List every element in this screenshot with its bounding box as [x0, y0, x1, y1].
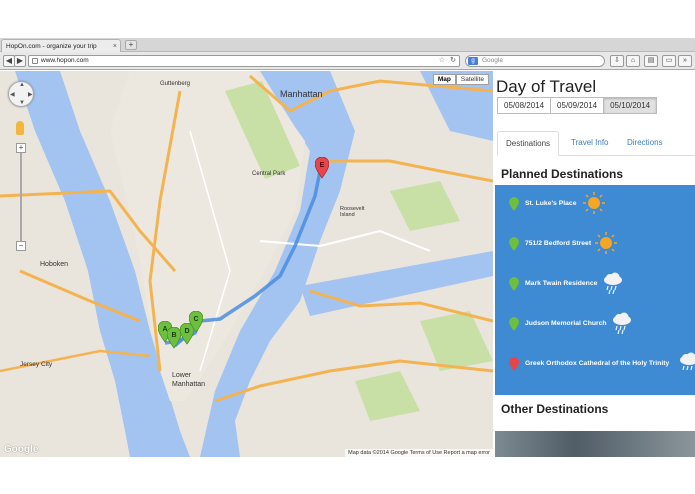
destination-name: Greek Orthodox Cathedral of the Holy Tri… [525, 360, 670, 367]
map-attribution[interactable]: Map data ©2014 Google Terms of Use Repor… [345, 449, 493, 457]
rain-cloud-icon [613, 312, 631, 335]
extensions-icon[interactable]: ▭ [662, 55, 676, 67]
trip-sidebar: Day of Travel 05/08/2014 05/09/2014 05/1… [493, 71, 695, 457]
map-view[interactable]: Map Satellite ▲ ▼ ◀ ▶ + − A B D C E Manh… [0, 71, 493, 457]
map-label-guttenberg: Guttenberg [160, 81, 191, 87]
green-pin-icon [509, 317, 519, 331]
map-label-jersey-city: Jersey City [20, 361, 53, 368]
map-marker-e-label: E [320, 162, 325, 169]
zoom-slider[interactable]: + − [16, 143, 26, 251]
other-destinations-title: Other Destinations [501, 402, 609, 416]
destination-name: St. Luke's Place [525, 200, 577, 207]
list-item[interactable]: St. Luke's Place [509, 192, 695, 217]
destination-name: 751/2 Bedford Street [525, 240, 592, 247]
tab-destinations[interactable]: Destinations [497, 131, 560, 156]
reload-icon[interactable]: ↻ [450, 56, 456, 66]
map-canvas [0, 71, 493, 457]
green-pin-icon [509, 237, 519, 251]
google-logo[interactable]: Google [4, 444, 38, 455]
pegman-icon[interactable] [16, 121, 24, 135]
map-marker-b[interactable]: B [167, 327, 181, 349]
date-button-3[interactable]: 05/10/2014 [603, 97, 658, 114]
page-icon [32, 58, 38, 64]
browser-tab[interactable]: HopOn.com - organize your trip × [1, 39, 121, 52]
google-icon: g [468, 57, 478, 65]
pan-down-icon[interactable]: ▼ [19, 100, 25, 106]
planned-destinations-list: St. Luke's Place 751/2 Bedford Street Ma… [495, 185, 695, 395]
close-icon[interactable]: × [113, 41, 117, 52]
destination-name: Judson Memorial Church [525, 320, 607, 327]
map-marker-c-label: C [193, 316, 198, 323]
planned-destinations-title: Planned Destinations [501, 167, 624, 181]
tab-bar: HopOn.com - organize your trip × + [0, 38, 695, 52]
sun-icon [583, 192, 605, 214]
map-label-manhattan: Manhattan [280, 89, 323, 99]
map-label-hoboken: Hoboken [40, 261, 69, 268]
tab-title: HopOn.com - organize your trip [6, 42, 97, 50]
list-item[interactable]: Judson Memorial Church [509, 312, 695, 337]
list-item[interactable]: 751/2 Bedford Street [509, 232, 695, 257]
map-label-roosevelt-island: Roosevelt Island [340, 206, 365, 218]
sun-icon [595, 232, 617, 254]
map-marker-b-label: B [171, 332, 176, 339]
list-item[interactable]: Greek Orthodox Cathedral of the Holy Tri… [509, 352, 695, 377]
sidebar-tabs: Destinations Travel Info Directions [497, 131, 695, 156]
map-marker-c[interactable]: C [189, 311, 203, 333]
search-input[interactable]: g Google [465, 55, 605, 67]
toolbar-menu-icon[interactable]: ▤ [644, 55, 658, 67]
download-icon[interactable]: ⇩ [610, 55, 624, 67]
more-icon[interactable]: » [678, 55, 692, 67]
browser-toolbar: ◀ ▶ www.hopon.com ☆ ↻ g Google ⇩ ⌂ ▤ ▭ » [0, 52, 695, 70]
map-type-control: Map Satellite [432, 74, 489, 85]
rain-cloud-icon [604, 272, 622, 295]
green-pin-icon [509, 277, 519, 291]
map-label-lower-manhattan: Lower Manhattan [172, 372, 206, 388]
page-bottom [0, 457, 695, 494]
map-label-central-park: Central Park [252, 171, 286, 177]
rain-cloud-icon [680, 352, 695, 371]
home-icon[interactable]: ⌂ [626, 55, 640, 67]
pan-up-icon[interactable]: ▲ [19, 82, 25, 88]
tab-directions[interactable]: Directions [619, 131, 671, 156]
date-button-2[interactable]: 05/09/2014 [550, 97, 605, 114]
url-text: www.hopon.com [41, 57, 89, 64]
forward-button[interactable]: ▶ [14, 55, 26, 67]
bookmark-star-icon[interactable]: ☆ [439, 56, 445, 66]
zoom-in-button[interactable]: + [16, 143, 26, 153]
search-placeholder: Google [482, 57, 503, 64]
zoom-out-button[interactable]: − [16, 241, 26, 251]
red-pin-icon [509, 357, 519, 371]
tab-travel-info[interactable]: Travel Info [563, 131, 617, 156]
map-marker-e[interactable]: E [315, 157, 329, 179]
zoom-track[interactable] [20, 153, 22, 241]
address-bar[interactable]: www.hopon.com ☆ ↻ [28, 55, 460, 67]
pan-left-icon[interactable]: ◀ [10, 91, 15, 98]
list-item[interactable]: Mark Twain Residence [509, 272, 695, 297]
new-tab-button[interactable]: + [125, 40, 137, 50]
map-type-map-button[interactable]: Map [432, 74, 456, 85]
map-type-satellite-button[interactable]: Satellite [455, 74, 489, 85]
destination-name: Mark Twain Residence [525, 280, 598, 287]
pan-right-icon[interactable]: ▶ [28, 91, 33, 98]
page-title: Day of Travel [496, 77, 597, 96]
date-button-1[interactable]: 05/08/2014 [497, 97, 552, 114]
pan-control[interactable]: ▲ ▼ ◀ ▶ [8, 81, 34, 107]
green-pin-icon [509, 197, 519, 211]
date-selector: 05/08/2014 05/09/2014 05/10/2014 [497, 97, 658, 114]
destination-photo[interactable] [495, 431, 695, 457]
